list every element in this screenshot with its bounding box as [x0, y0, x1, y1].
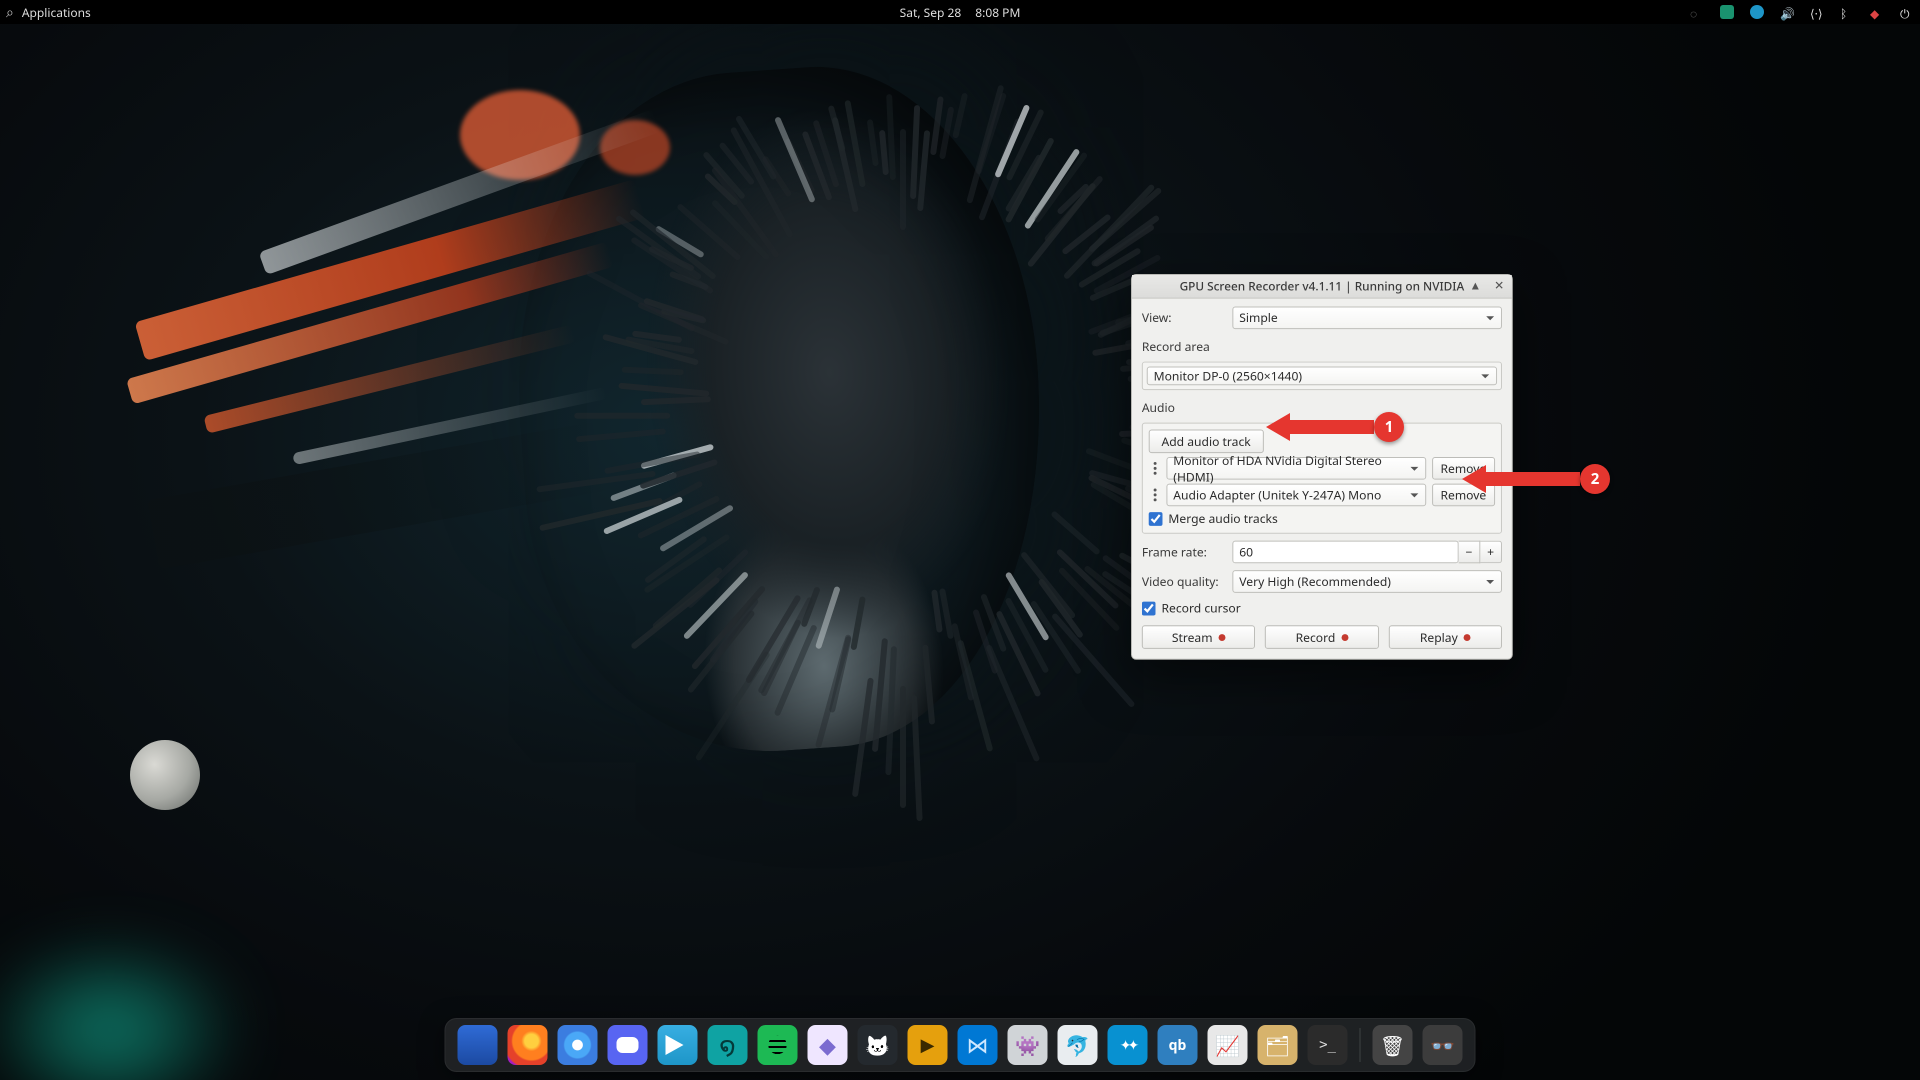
annotation-arrow-2: 2 [1448, 464, 1610, 494]
record-button[interactable]: Record [1265, 625, 1378, 649]
dock-app-gsr[interactable] [1423, 1025, 1463, 1065]
dock-app-trash[interactable] [1373, 1025, 1413, 1065]
status-dot-icon [1341, 634, 1348, 641]
status-dot-icon [1464, 634, 1471, 641]
drag-handle-icon[interactable] [1149, 462, 1161, 475]
annotation-number-2: 2 [1580, 464, 1610, 494]
frame-rate-increment[interactable]: + [1480, 541, 1502, 564]
bluetooth-icon[interactable]: ᛒ [1840, 5, 1854, 19]
dock-app-spotify[interactable] [758, 1025, 798, 1065]
desktop-wallpaper [0, 0, 1920, 1080]
annotation-number-1: 1 [1374, 412, 1404, 442]
dock-app-syncthing[interactable] [1108, 1025, 1148, 1065]
audio-track-row: Audio Adapter (Unitek Y-247A) Mono Remov… [1149, 484, 1495, 507]
clock-date[interactable]: Sat, Sep 28 [900, 4, 962, 21]
dock-app-telegram[interactable] [658, 1025, 698, 1065]
dock-app-swirl[interactable] [708, 1025, 748, 1065]
dock-app-vscode[interactable] [958, 1025, 998, 1065]
audio-track-row: Monitor of HDA NVidia Digital Stereo (HD… [1149, 457, 1495, 480]
dock-app-chromium[interactable] [558, 1025, 598, 1065]
frame-rate-decrement[interactable]: − [1459, 541, 1481, 564]
record-area-select[interactable]: Monitor DP-0 (2560×1440) [1147, 366, 1497, 385]
record-area-label: Record area [1142, 338, 1502, 355]
view-label: View: [1142, 309, 1225, 326]
audio-device-select-0[interactable]: Monitor of HDA NVidia Digital Stereo (HD… [1166, 457, 1425, 480]
window-close-button[interactable]: ✕ [1492, 278, 1506, 292]
video-quality-select[interactable]: Very High (Recommended) [1232, 570, 1502, 593]
drag-handle-icon[interactable] [1149, 489, 1161, 502]
dock-app-firefox[interactable] [508, 1025, 548, 1065]
dock-app-retro[interactable] [1008, 1025, 1048, 1065]
dock-separator [1360, 1028, 1361, 1062]
dock-app-discord[interactable] [608, 1025, 648, 1065]
view-select[interactable]: Simple [1232, 306, 1502, 329]
tray-icon-gray[interactable]: ◌ [1690, 5, 1704, 19]
tray-icon-green[interactable] [1720, 5, 1734, 19]
dock-app-github[interactable] [858, 1025, 898, 1065]
record-cursor-checkbox-label: Record cursor [1162, 600, 1241, 617]
dock-app-files[interactable] [458, 1025, 498, 1065]
search-icon[interactable] [6, 3, 14, 22]
dock-app-qbit[interactable] [1158, 1025, 1198, 1065]
window-minimize-button[interactable]: ▲ [1469, 278, 1483, 292]
window-title: GPU Screen Recorder v4.1.11 | Running on… [1180, 278, 1465, 295]
dock [445, 1018, 1476, 1072]
notifications-icon[interactable]: ◆ [1870, 5, 1884, 19]
status-dot-icon [1218, 634, 1225, 641]
dock-app-vm[interactable] [1208, 1025, 1248, 1065]
volume-icon[interactable]: 🔊 [1780, 5, 1794, 19]
frame-rate-input[interactable]: 60 [1232, 541, 1458, 564]
add-audio-track-button[interactable]: Add audio track [1149, 429, 1264, 453]
dock-app-dolphin[interactable] [1058, 1025, 1098, 1065]
top-panel: Applications Sat, Sep 28 8:08 PM ◌ 🔊 ⟨·⟩… [0, 0, 1920, 24]
merge-audio-checkbox-label: Merge audio tracks [1168, 510, 1277, 527]
dock-app-plex[interactable] [908, 1025, 948, 1065]
dock-app-term[interactable] [1308, 1025, 1348, 1065]
replay-button[interactable]: Replay [1388, 625, 1501, 649]
window-titlebar[interactable]: GPU Screen Recorder v4.1.11 | Running on… [1132, 275, 1512, 299]
applications-menu[interactable]: Applications [22, 4, 91, 21]
clock-time[interactable]: 8:08 PM [975, 4, 1020, 21]
video-quality-label: Video quality: [1142, 573, 1225, 590]
stream-button[interactable]: Stream [1142, 625, 1255, 649]
audio-device-select-1[interactable]: Audio Adapter (Unitek Y-247A) Mono [1166, 484, 1425, 507]
record-cursor-checkbox[interactable]: Record cursor [1142, 600, 1502, 617]
annotation-arrow-1: 1 [1252, 412, 1404, 442]
dock-app-eth[interactable] [808, 1025, 848, 1065]
power-icon[interactable]: ⏻ [1900, 5, 1914, 19]
display-icon[interactable]: ⟨·⟩ [1810, 5, 1824, 19]
tray-icon-telegram[interactable] [1750, 5, 1764, 19]
frame-rate-label: Frame rate: [1142, 544, 1225, 561]
dock-app-nemo[interactable] [1258, 1025, 1298, 1065]
merge-audio-checkbox[interactable]: Merge audio tracks [1149, 510, 1495, 527]
